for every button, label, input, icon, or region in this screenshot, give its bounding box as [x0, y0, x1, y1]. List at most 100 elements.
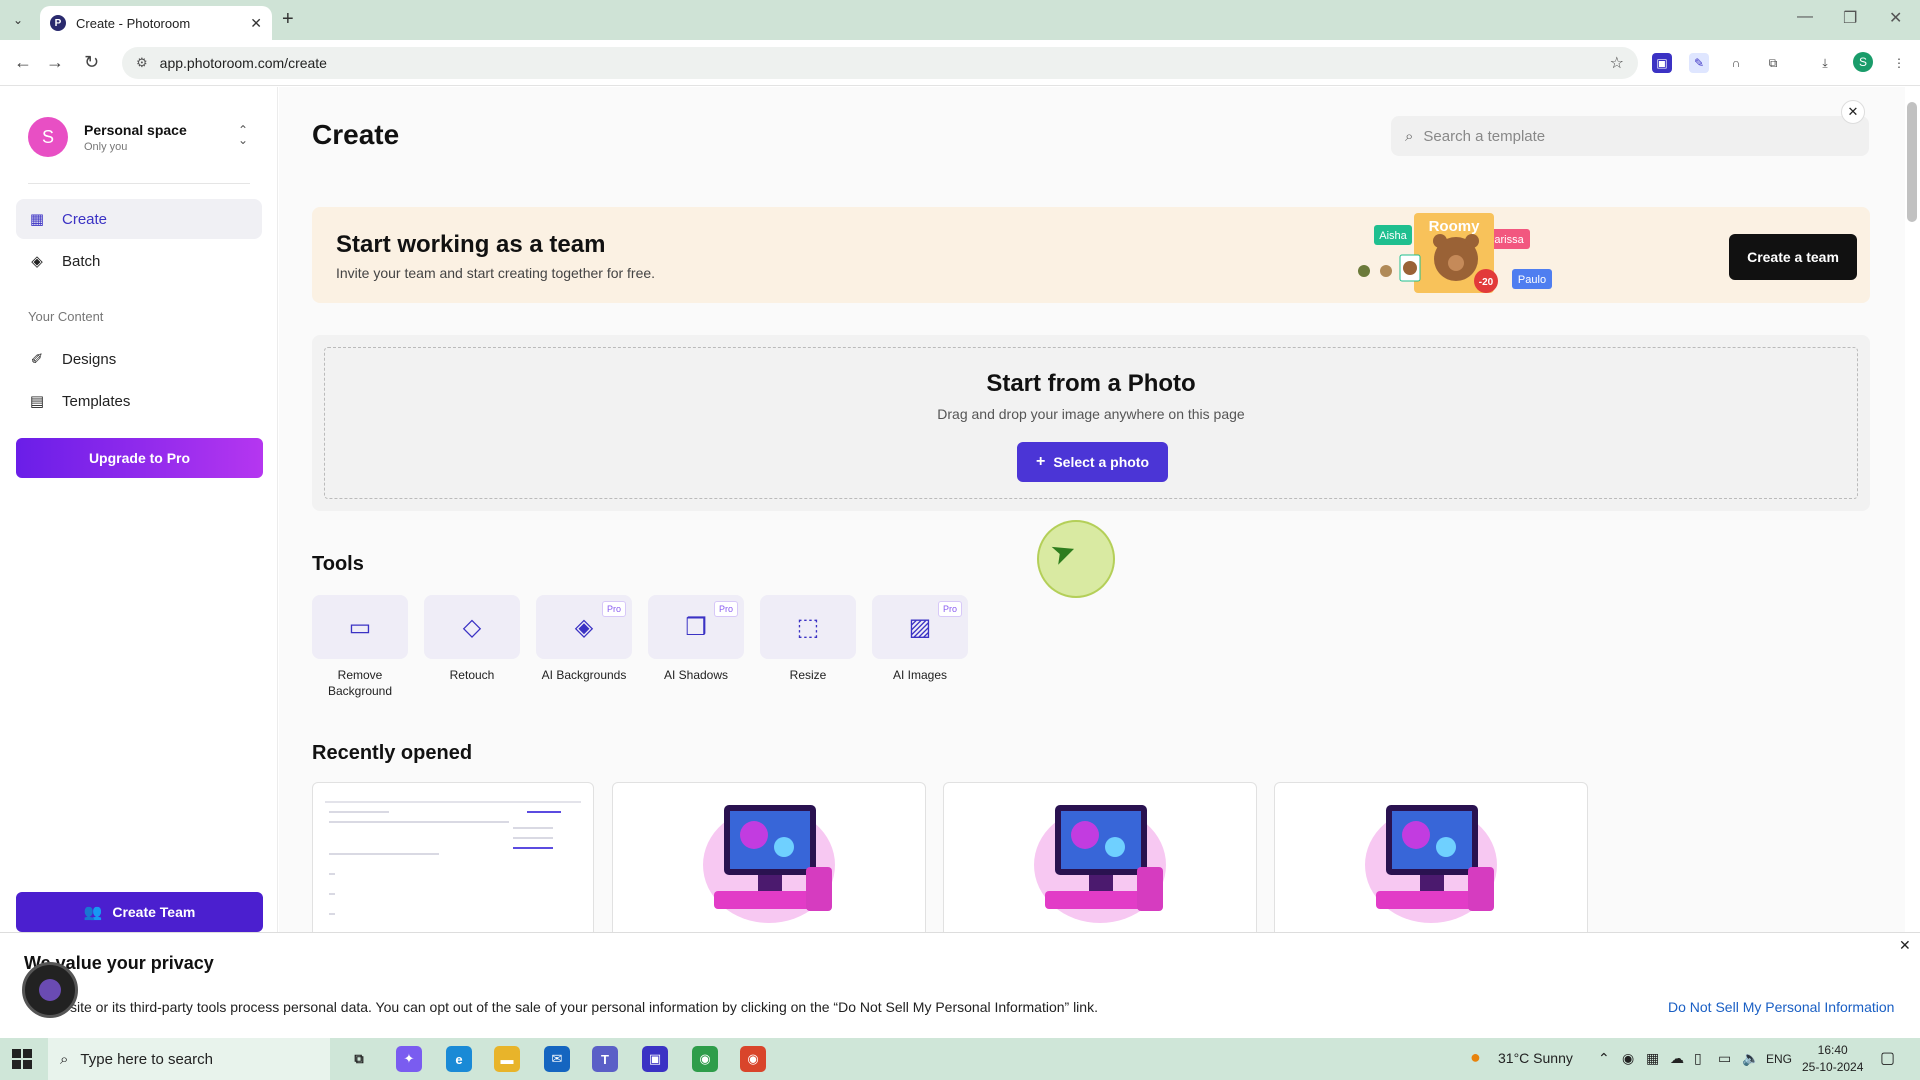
restore-icon[interactable]: ❐ — [1843, 8, 1857, 28]
tool-ai-images[interactable]: ▨ Pro AI Images — [872, 595, 968, 683]
create-team-label: Create Team — [112, 904, 196, 920]
sidebar-item-label: Create — [62, 210, 108, 228]
recently-opened-heading: Recently opened — [312, 742, 473, 764]
network-icon[interactable]: ▭ — [1718, 1050, 1731, 1067]
tool-ai-shadows[interactable]: ❒ Pro AI Shadows — [648, 595, 744, 683]
taskbar-search-placeholder: Type here to search — [80, 1050, 213, 1068]
banner-close-icon[interactable]: ✕ — [1841, 100, 1865, 124]
taskbar-search-input[interactable]: ⌕ Type here to search — [48, 1038, 330, 1080]
tray-chevron-up-icon[interactable]: ⌃ — [1598, 1050, 1610, 1067]
file-explorer-icon[interactable]: ▬ — [494, 1046, 520, 1072]
back-icon[interactable]: ← — [14, 52, 32, 73]
recent-design-card[interactable] — [612, 782, 926, 932]
do-not-sell-link[interactable]: Do Not Sell My Personal Information — [1668, 999, 1894, 1015]
edge-icon[interactable]: e — [446, 1046, 472, 1072]
tag-aisha: Aisha — [1379, 230, 1407, 242]
recent-design-card[interactable] — [1274, 782, 1588, 932]
sidebar-item-templates[interactable]: ▤ Templates — [16, 381, 262, 421]
sidebar-item-label: Templates — [62, 392, 131, 410]
tray-record-icon[interactable]: ◉ — [1622, 1050, 1634, 1067]
layers-icon: ◈ — [31, 253, 43, 270]
new-tab-icon[interactable]: + — [282, 8, 294, 31]
app-icon[interactable]: ▣ — [642, 1046, 668, 1072]
tab-close-icon[interactable]: ✕ — [250, 15, 262, 32]
chrome-profile-icon[interactable]: ◉ — [740, 1046, 766, 1072]
eraser-icon: ◇ — [424, 595, 520, 659]
browser-tab-active[interactable]: P Create - Photoroom ✕ — [40, 6, 272, 40]
banner-title: Start working as a team — [336, 231, 606, 258]
pro-badge: Pro — [937, 601, 962, 617]
onedrive-icon[interactable]: ☁ — [1670, 1050, 1684, 1067]
extensions-puzzle-icon[interactable]: ⧉ — [1763, 53, 1783, 73]
task-view-icon[interactable]: ⧉ — [346, 1046, 372, 1072]
page-scrollbar-thumb[interactable] — [1907, 102, 1917, 222]
sidebar-item-designs[interactable]: ✐ Designs — [16, 339, 262, 379]
template-search-input[interactable]: ⌕ Search a template — [1391, 116, 1869, 156]
download-icon[interactable]: ⤓ — [1815, 53, 1835, 73]
photo-dropzone-container: Start from a Photo Drag and drop your im… — [312, 335, 1870, 511]
dropzone-subtitle: Drag and drop your image anywhere on thi… — [937, 406, 1245, 422]
create-a-team-button[interactable]: Create a team — [1729, 234, 1857, 280]
window-close-icon[interactable]: ✕ — [1889, 8, 1902, 28]
banner-subtitle: Invite your team and start creating toge… — [336, 265, 656, 281]
forward-icon[interactable]: → — [46, 52, 64, 73]
weather-text[interactable]: 31°C Sunny — [1498, 1050, 1573, 1066]
tool-resize[interactable]: ⬚ Resize — [760, 595, 856, 683]
gaming-pc-thumbnail — [703, 805, 835, 923]
windows-start-icon[interactable] — [12, 1049, 32, 1069]
copilot-icon[interactable]: ✦ — [396, 1046, 422, 1072]
search-icon: ⌕ — [60, 1050, 69, 1068]
notifications-icon[interactable]: ▢ — [1880, 1048, 1895, 1068]
clock-time: 16:40 — [1817, 1043, 1848, 1057]
tab-title: Create - Photoroom — [76, 15, 191, 31]
team-illustration: Aisha Larissa Paulo Roomy -20 — [1358, 213, 1552, 293]
recent-design-card[interactable] — [943, 782, 1257, 932]
sidebar-item-create[interactable]: ▦ Create — [16, 199, 262, 239]
search-placeholder: Search a template — [1423, 127, 1546, 145]
grid-icon: ▦ — [29, 211, 45, 228]
volume-icon[interactable]: 🔈 — [1742, 1050, 1759, 1067]
weather-sun-icon: ● — [1470, 1047, 1481, 1067]
tab-search-dropdown[interactable]: ⌄ — [0, 0, 36, 40]
browser-menu-icon[interactable]: ⋮ — [1889, 53, 1909, 73]
create-team-button[interactable]: 👥 Create Team — [16, 892, 263, 932]
workspace-subtitle: Only you — [84, 140, 128, 153]
mail-icon[interactable]: ✉ — [544, 1046, 570, 1072]
tray-teams-icon[interactable]: ▦ — [1646, 1050, 1659, 1067]
extension-icon-2[interactable]: ✎ — [1689, 53, 1709, 73]
tool-label: AI Images — [892, 668, 948, 682]
screenshot-thumbnail — [317, 797, 589, 932]
sidebar-item-batch[interactable]: ◈ Batch — [16, 241, 262, 281]
recent-design-card[interactable] — [312, 782, 594, 932]
url-text: app.photoroom.com/create — [159, 55, 327, 71]
reload-icon[interactable]: ↻ — [84, 52, 99, 73]
search-icon: ⌕ — [1405, 127, 1414, 145]
workspace-name: Personal space — [84, 121, 187, 138]
browser-profile-avatar[interactable]: S — [1853, 52, 1873, 72]
bookmark-star-icon[interactable]: ☆ — [1610, 53, 1624, 73]
upgrade-to-pro-button[interactable]: Upgrade to Pro — [16, 438, 263, 478]
tray-device-icon[interactable]: ▯ — [1694, 1050, 1702, 1067]
teams-icon[interactable]: T — [592, 1046, 618, 1072]
screen-recorder-icon[interactable] — [22, 962, 78, 1018]
select-photo-button[interactable]: + Select a photo — [1017, 442, 1168, 482]
chrome-icon[interactable]: ◉ — [692, 1046, 718, 1072]
gaming-pc-thumbnail — [1365, 805, 1497, 923]
your-content-heading: Your Content — [28, 309, 104, 324]
site-info-icon[interactable]: ⚙ — [136, 55, 148, 71]
sidebar: S Personal space Only you ⌃ ⌄ ▦ Create ◈ … — [0, 87, 278, 932]
address-bar[interactable]: ⚙ app.photoroom.com/create ☆ — [122, 47, 1638, 79]
tool-retouch[interactable]: ◇ Retouch — [424, 595, 520, 683]
language-indicator[interactable]: ENG — [1766, 1052, 1792, 1066]
tool-remove-background[interactable]: ▭ Remove Background — [312, 595, 408, 699]
privacy-close-icon[interactable]: ✕ — [1899, 937, 1911, 954]
workspace-switcher[interactable]: S Personal space Only you ⌃ ⌄ — [28, 115, 260, 159]
tool-ai-backgrounds[interactable]: ◈ Pro AI Backgrounds — [536, 595, 632, 683]
tools-heading: Tools — [312, 553, 364, 575]
taskbar-clock[interactable]: 16:40 25-10-2024 — [1802, 1042, 1863, 1076]
extension-icon-1[interactable]: ▣ — [1652, 53, 1672, 73]
team-banner: Start working as a team Invite your team… — [312, 207, 1870, 303]
minimize-icon[interactable]: — — [1797, 8, 1813, 26]
photo-dropzone[interactable]: Start from a Photo Drag and drop your im… — [324, 347, 1858, 499]
extension-icon-3[interactable]: ∩ — [1726, 53, 1746, 73]
